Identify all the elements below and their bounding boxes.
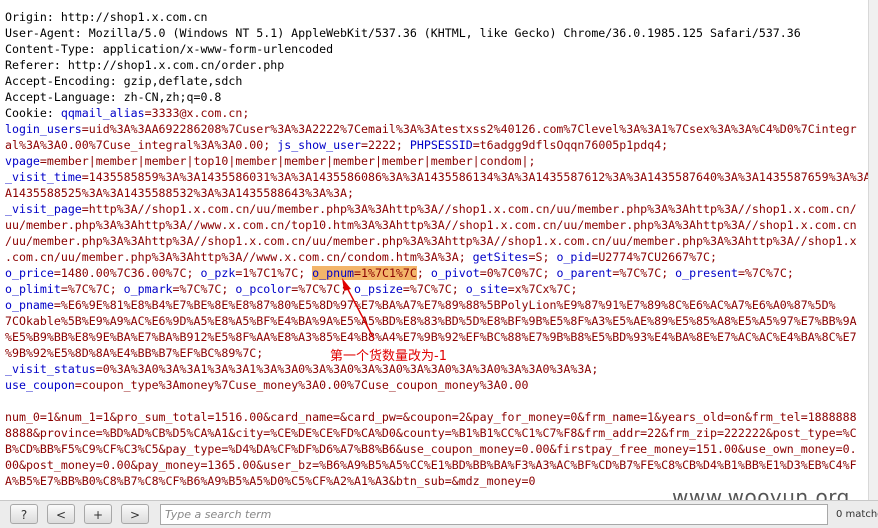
header-line: User-Agent: Mozilla/5.0 (Windows NT 5.1)… [5,26,801,40]
header-line: Content-Type: application/x-www-form-url… [5,42,334,56]
cookie-line: vpage=member|member|member|top10|member|… [5,153,536,169]
cookie-name: o_pid [556,250,592,264]
cookie-value: =uid%3A%3AA692286208%7Cuser%3A%3A2222%7C… [81,122,857,136]
match-count: 0 matches [836,509,878,520]
cookie-value: =%E6%9E%81%E8%B4%E7%BE%8E%E8%87%80%E5%8D… [53,298,836,312]
cookie-line: login_users=uid%3A%3AA692286208%7Cuser%3… [5,121,857,137]
add-button[interactable]: + [84,504,112,524]
body-line: A%B5%E7%BB%B0%C8%B7%C8%CF%B6%A9%B5%A5%D0… [5,474,536,488]
cookie-value: al%3A%3A0.00%7Cuse_integral%3A%3A0.00; [5,138,278,152]
vertical-scrollbar[interactable] [868,0,878,500]
cookie-line: %E5%B9%BB%E8%9E%BA%E7%BA%B912%E5%8F%AA%E… [5,329,857,345]
body-line: 8888&province=%BD%AD%CB%D5%CA%A1&city=%C… [5,426,857,440]
header-line: Accept-Encoding: gzip,deflate,sdch [5,74,243,88]
help-button[interactable]: ? [10,504,38,524]
cookie-line: Cookie: qqmail_alias=3333@x.com.cn; [5,105,249,121]
cookie-name: vpage [5,154,40,168]
cookie-name: o_pname [5,298,54,312]
body-line: B%CD%BB%F5%C9%CF%C3%C5&pay_type=%D4%DA%C… [5,442,857,456]
watermark: www.wooyun.org [672,485,850,500]
cookie-line: /uu/member.php%3A%3Ahttp%3A//shop1.x.com… [5,233,857,249]
cookie-name: o_price [5,266,54,280]
cookie-value: =%7C%7C; [738,266,794,280]
cookie-name: _visit_page [5,202,82,216]
cookie-value: =%7C%7C; [402,282,466,296]
cookie-value: 7COkable%5B%E9%A9%AC%E6%9D%A5%E8%A5%BF%E… [5,314,857,328]
cookie-name: _visit_time [5,170,82,184]
cookie-line: _visit_time=1435585859%3A%3A1435586031%3… [5,169,871,185]
cookie-value: A1435588525%3A%3A1435588532%3A%3A1435588… [5,186,355,200]
cookie-value: =1480.00%7C36.00%7C; [53,266,201,280]
cookie-name: _visit_status [5,362,96,376]
cookie-value: =x%7Cx%7C; [507,282,578,296]
cookie-value: =%7C%7C; [291,282,355,296]
cookie-value: %9B%92%E5%8D%8A%E4%BB%B7%EF%BC%89%7C; [5,346,264,360]
cookie-line: A1435588525%3A%3A1435588532%3A%3A1435588… [5,185,354,201]
cookie-value: =0%7C0%7C; [479,266,557,280]
cookie-name: o_psize [354,282,403,296]
cookie-value: =1435585859%3A%3A1435586031%3A%3A1435586… [81,170,871,184]
header-line: Accept-Language: zh-CN,zh;q=0.8 [5,90,222,104]
cookie-name: getSites [472,250,529,264]
cookie-line: use_coupon=coupon_type%3Amoney%7Cuse_mon… [5,377,529,393]
cookie-value: =http%3A//shop1.x.com.cn/uu/member.php%3… [81,202,857,216]
cookie-line: o_plimit=%7C%7C; o_pmark=%7C%7C; o_pcolo… [5,281,577,297]
cookie-value: =1%7C1%7C [354,266,417,280]
cookie-name: use_coupon [5,378,75,392]
body-line: num_0=1&num_1=1&pro_sum_total=1516.00&ca… [5,410,857,424]
previous-match-button[interactable]: < [47,504,75,524]
body-line: 00&post_money=0.00&pay_money=1365.00&use… [5,458,857,472]
cookie-name: o_site [465,282,508,296]
annotation-text: 第一个货数量改为-1 [330,349,447,364]
header-line: Origin: http://shop1.x.com.cn [5,10,208,24]
cookie-value: =1%7C1%7C; [235,266,313,280]
cookie-value: =coupon_type%3Amoney%7Cuse_money%3A0.00%… [74,378,529,392]
request-viewer[interactable]: Origin: http://shop1.x.com.cn User-Agent:… [0,0,878,500]
cookie-name: o_pivot [430,266,480,280]
cookie-name: o_pcolor [235,282,292,296]
cookie-value: =3333@x.com.cn; [144,106,250,120]
cookie-name: o_plimit [5,282,61,296]
cookie-value: /uu/member.php%3A%3Ahttp%3A//shop1.x.com… [5,234,857,248]
cookie-line: al%3A%3A0.00%7Cuse_integral%3A%3A0.00; j… [5,137,668,153]
cookie-value: =t6adgg9dflsOqqn76005p1pdq4; [472,138,669,152]
cookie-line: %9B%92%E5%8D%8A%E4%BB%B7%EF%BC%89%7C; [5,345,263,361]
cookie-name: o_pnum [312,266,355,280]
cookie-value: =member|member|member|top10|member|membe… [39,154,536,168]
cookie-value: ; [416,266,431,280]
cookie-name: o_parent [556,266,613,280]
cookie-name: PHPSESSID [409,138,473,152]
cookie-name: o_pzk [200,266,236,280]
cookie-value: uu/member.php%3A%3Ahttp%3A//www.x.com.cn… [5,218,857,232]
cookie-line: o_price=1480.00%7C36.00%7C; o_pzk=1%7C1%… [5,265,794,281]
cookie-value: =%7C%7C; [612,266,676,280]
cookie-value: .com.cn/uu/member.php%3A%3Ahttp%3A//www.… [5,250,473,264]
cookie-name: login_users [5,122,82,136]
cookie-name: o_pmark [123,282,173,296]
cookie-value: =%7C%7C; [60,282,124,296]
next-match-button[interactable]: > [121,504,149,524]
cookie-value: =2222; [361,138,410,152]
cookie-value: =U2774%7CU2667%7C; [591,250,717,264]
cookie-value: =S; [528,250,557,264]
cookie-value: =0%3A%3A0%3A%3A1%3A%3A1%3A%3A0%3A%3A0%3A… [95,362,599,376]
search-input[interactable] [160,504,828,525]
header-line: Referer: http://shop1.x.com.cn/order.php [5,58,285,72]
cookie-line: _visit_status=0%3A%3A0%3A%3A1%3A%3A1%3A%… [5,361,598,377]
cookie-line: 7COkable%5B%E9%A9%AC%E6%9D%A5%E8%A5%BF%E… [5,313,857,329]
cookie-line: .com.cn/uu/member.php%3A%3Ahttp%3A//www.… [5,249,717,265]
cookie-line: _visit_page=http%3A//shop1.x.com.cn/uu/m… [5,201,857,217]
cookie-value: =%7C%7C; [172,282,236,296]
cookie-value: %E5%B9%BB%E8%9E%BA%E7%BA%B912%E5%8F%AA%E… [5,330,857,344]
cookie-name: o_present [675,266,738,280]
cookie-line: uu/member.php%3A%3Ahttp%3A//www.x.com.cn… [5,217,857,233]
cookie-name: js_show_user [277,138,361,152]
search-toolbar: ? < + > 0 matches [0,500,878,528]
cookie-name: qqmail_alias [60,106,145,120]
cookie-line: o_pname=%E6%9E%81%E8%B4%E7%BE%8E%E8%87%8… [5,297,836,313]
cookie-value: Cookie: [5,106,61,120]
